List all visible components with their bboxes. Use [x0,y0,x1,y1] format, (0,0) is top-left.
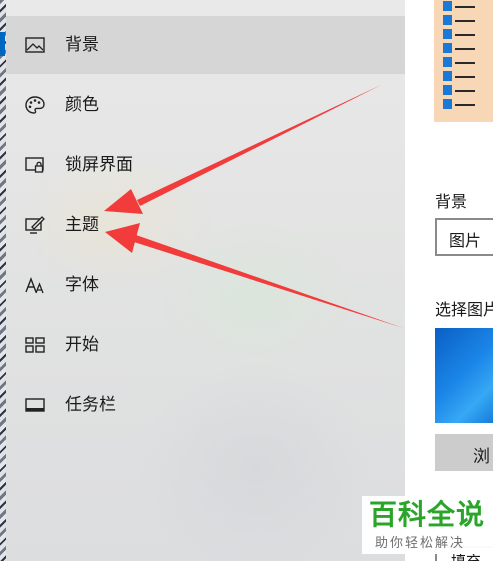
background-settings-pane: 背景 图片 选择图片 浏 择 填充 [405,0,493,561]
sidebar-item-label: 颜色 [65,95,99,115]
browse-button[interactable]: 浏 [435,434,493,471]
palette-icon [25,96,45,114]
taskbar-icon [25,398,45,412]
sidebar-item-label: 字体 [65,275,99,295]
watermark-subtitle: 助你轻松解决 [375,536,466,551]
theme-preview [434,0,493,122]
picture-icon [25,37,45,53]
dropdown-value: 图片 [449,231,482,250]
selection-indicator [0,32,5,56]
sidebar-item-label: 锁屏界面 [65,155,133,175]
sidebar-item-label: 背景 [65,35,99,55]
background-type-dropdown[interactable]: 图片 [435,218,493,256]
choose-picture-label: 选择图片 [435,300,493,319]
start-icon [25,337,45,353]
sidebar-item-label: 开始 [65,335,99,355]
sidebar-item-colors[interactable]: 颜色 [6,76,405,134]
sidebar-item-lock-screen[interactable]: 锁屏界面 [6,136,405,194]
font-icon [25,277,44,294]
sidebar-item-fonts[interactable]: 字体 [6,256,405,314]
watermark-logo: 百科全说 助你轻松解决 [362,496,493,554]
settings-sidebar: 背景 颜色 锁屏界面 主题 字体 开始 任务栏 [0,0,405,561]
watermark-title: 百科全说 [369,498,486,531]
sidebar-item-background[interactable]: 背景 [0,16,405,74]
lock-screen-icon [25,157,44,173]
background-thumbnail[interactable] [435,328,493,423]
sidebar-item-label: 主题 [65,215,99,235]
theme-brush-icon [25,216,45,234]
sidebar-item-label: 任务栏 [65,395,116,415]
browse-button-label: 浏 [473,447,490,467]
background-section-label: 背景 [435,192,468,211]
sidebar-item-taskbar[interactable]: 任务栏 [6,376,405,434]
sidebar-item-start[interactable]: 开始 [6,316,405,374]
sidebar-item-themes[interactable]: 主题 [6,196,405,254]
